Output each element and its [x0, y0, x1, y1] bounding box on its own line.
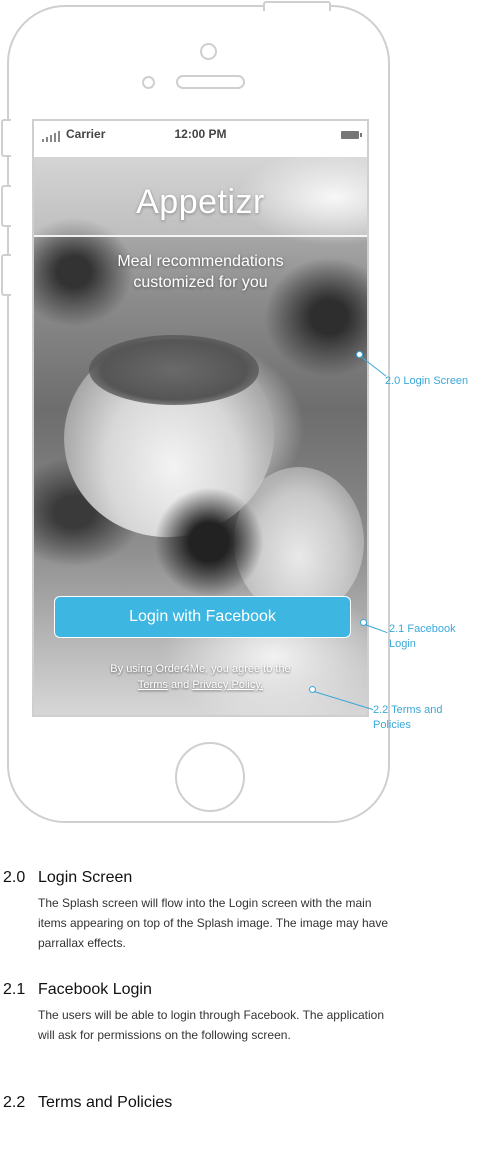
- section-heading: 2.2 Terms and Policies: [3, 1094, 423, 1112]
- privacy-policy-link[interactable]: Privacy Policy.: [192, 679, 263, 691]
- annotation-terms-policies: 2.2 Terms and Policies: [373, 703, 443, 733]
- proximity-sensor: [142, 76, 155, 89]
- terms-notice: By using Order4Me, you agree to the Term…: [34, 661, 367, 693]
- section-number: 2.0: [3, 869, 26, 886]
- tagline: Meal recommendations customized for you: [34, 251, 367, 293]
- annotation-line: 2.2 Terms and: [373, 704, 443, 716]
- spec-section-login-screen: 2.0 Login Screen The Splash screen will f…: [3, 869, 423, 953]
- status-bar: Carrier 12:00 PM: [34, 121, 367, 157]
- annotation-facebook-login: 2.1 Facebook Login: [389, 622, 456, 652]
- home-button[interactable]: [175, 742, 245, 812]
- annotation-line: 2.1 Facebook: [389, 623, 456, 635]
- annotation-line: Login: [389, 638, 416, 650]
- power-button: [263, 1, 331, 11]
- terms-and-text: and: [170, 679, 190, 691]
- login-with-facebook-button[interactable]: Login with Facebook: [54, 596, 351, 638]
- section-number: 2.2: [3, 1094, 26, 1111]
- earpiece-speaker: [176, 75, 245, 89]
- annotation-login-screen: 2.0 Login Screen: [385, 375, 469, 387]
- tagline-line: Meal recommendations: [117, 253, 284, 270]
- section-body: The Splash screen will flow into the Log…: [38, 896, 388, 950]
- food-shadow: [154, 487, 264, 597]
- mute-switch: [1, 119, 11, 157]
- volume-up-button: [1, 185, 11, 227]
- volume-down-button: [1, 254, 11, 296]
- section-number: 2.1: [3, 981, 26, 998]
- annotation-line: Policies: [373, 719, 411, 731]
- terms-link[interactable]: Terms: [138, 679, 168, 691]
- tagline-line: customized for you: [133, 274, 268, 291]
- section-heading: 2.1 Facebook Login: [3, 981, 423, 999]
- spec-section-terms-policies: 2.2 Terms and Policies: [3, 1094, 423, 1112]
- login-button-label: Login with Facebook: [129, 608, 276, 625]
- section-title: Facebook Login: [38, 981, 152, 998]
- login-screen: Carrier 12:00 PM Appetizr Meal recommend…: [32, 119, 369, 717]
- scallop-sear: [89, 335, 259, 405]
- battery-icon: [341, 131, 362, 139]
- section-heading: 2.0 Login Screen: [3, 869, 423, 887]
- section-title: Terms and Policies: [38, 1094, 173, 1111]
- spec-section-facebook-login: 2.1 Facebook Login The users will be able…: [3, 981, 423, 1045]
- terms-text: By using Order4Me, you agree to the: [110, 663, 291, 675]
- app-title: Appetizr: [136, 183, 265, 221]
- clock: 12:00 PM: [174, 127, 227, 141]
- section-title: Login Screen: [38, 869, 133, 886]
- front-camera: [200, 43, 217, 60]
- section-body: The users will be able to login through …: [38, 1008, 384, 1042]
